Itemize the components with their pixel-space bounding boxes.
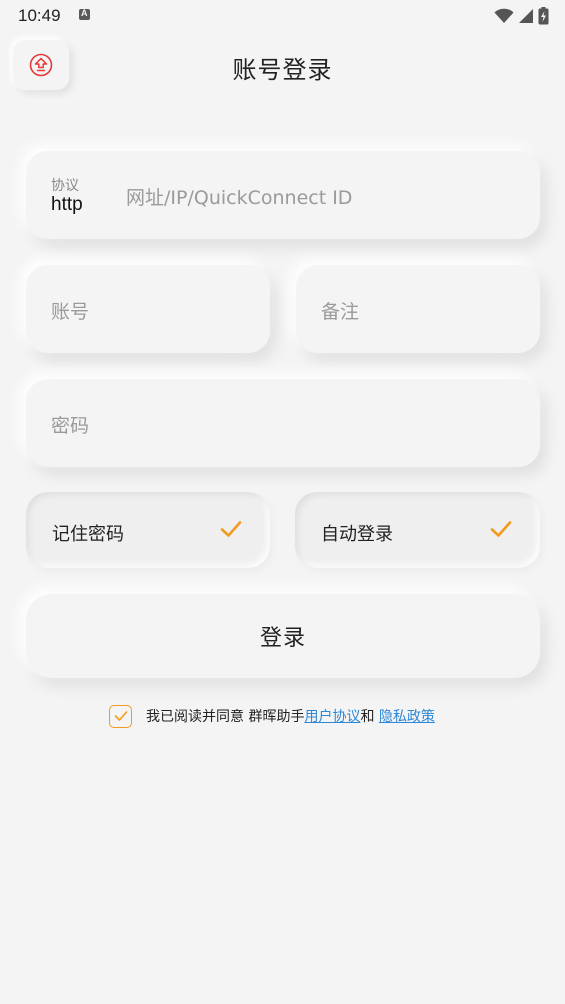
signal-icon (519, 9, 533, 23)
agreement-checkbox[interactable] (109, 704, 132, 728)
privacy-policy-link[interactable]: 隐私政策 (379, 709, 435, 725)
agreement-text: 我已阅读并同意 群晖助手用户协议和 隐私政策 (146, 706, 435, 726)
protocol-label: 协议 (51, 178, 79, 194)
password-input[interactable]: 密码 (51, 411, 89, 438)
page-title: 账号登录 (232, 56, 333, 84)
status-bar: 10:49 (0, 0, 565, 32)
agreement-prefix: 我已阅读并同意 群晖助手 (146, 709, 305, 725)
note-field[interactable]: 备注 (296, 265, 540, 353)
user-agreement-link[interactable]: 用户协议 (304, 709, 360, 725)
auto-login-label: 自动登录 (321, 524, 393, 545)
checkmark-icon (114, 711, 127, 721)
agreement-row: 我已阅读并同意 群晖助手用户协议和 隐私政策 (109, 703, 435, 729)
login-button[interactable]: 登录 (26, 594, 540, 678)
status-icons (494, 7, 549, 25)
auto-login-toggle[interactable]: 自动登录 (295, 492, 540, 568)
agreement-and: 和 (360, 709, 375, 725)
checkmark-icon (220, 521, 242, 537)
note-input[interactable]: 备注 (321, 297, 359, 324)
notification-a-icon (79, 8, 90, 20)
account-field[interactable]: 账号 (26, 265, 270, 353)
checkmark-icon (490, 521, 512, 537)
protocol-selector[interactable]: http (51, 194, 83, 216)
remember-password-toggle[interactable]: 记住密码 (26, 492, 270, 568)
account-input[interactable]: 账号 (51, 297, 89, 324)
password-field[interactable]: 密码 (26, 379, 540, 467)
address-field[interactable]: 协议 http 网址/IP/QuickConnect ID (26, 151, 540, 239)
battery-icon (538, 7, 549, 25)
remember-password-label: 记住密码 (52, 524, 124, 545)
address-input[interactable]: 网址/IP/QuickConnect ID (126, 183, 352, 210)
wifi-icon (494, 8, 514, 23)
header: 账号登录 (0, 32, 565, 102)
status-time: 10:49 (18, 6, 61, 25)
